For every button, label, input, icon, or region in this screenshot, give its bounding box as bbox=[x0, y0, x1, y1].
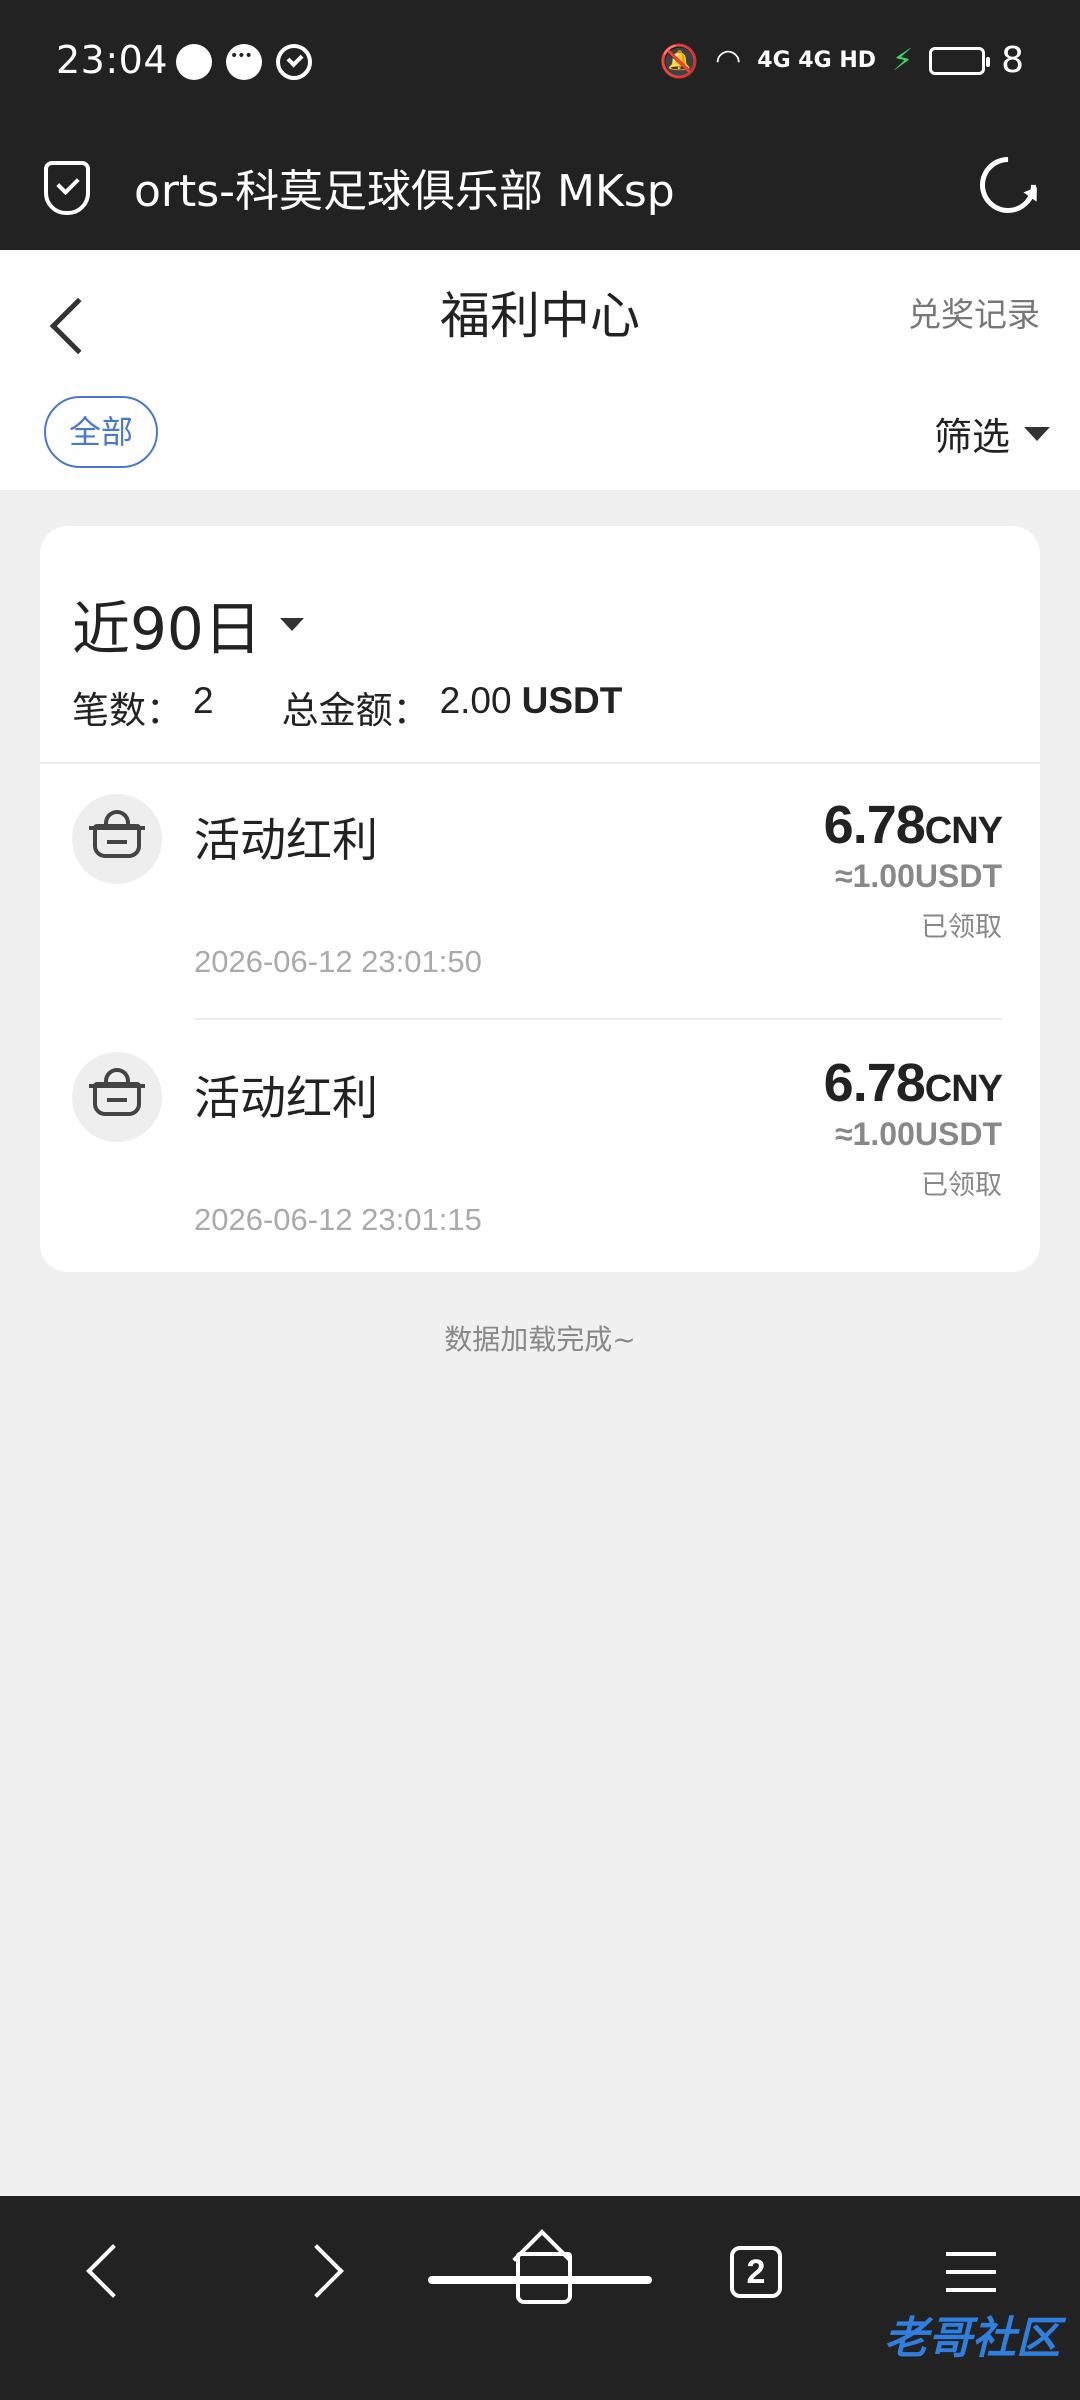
chat-bubble-icon bbox=[176, 44, 212, 80]
total-label: 总金额： bbox=[281, 689, 430, 732]
period-selector[interactable]: 近90日 bbox=[72, 582, 304, 666]
count-label: 笔数： bbox=[72, 689, 183, 732]
battery-icon bbox=[929, 46, 991, 75]
divider bbox=[194, 1018, 1002, 1020]
count-value: 2 bbox=[193, 680, 214, 721]
status-time: 23:04 bbox=[56, 38, 169, 82]
caret-down-icon bbox=[279, 617, 304, 631]
load-complete-text: 数据加载完成~ bbox=[444, 1323, 636, 1356]
record-title: 活动红利 bbox=[194, 1071, 378, 1125]
charging-icon: ⚡ bbox=[892, 43, 914, 78]
caret-down-icon bbox=[1024, 426, 1050, 441]
tabs-count-button[interactable]: 2 bbox=[730, 2246, 782, 2298]
record-approx: ≈1.00USDT bbox=[835, 858, 1002, 894]
record-approx: ≈1.00USDT bbox=[835, 1116, 1002, 1152]
record-amount: 6.78CNY bbox=[823, 1053, 1003, 1113]
nav-back-icon[interactable] bbox=[68, 2232, 148, 2312]
record-amount-block: 6.78CNY ≈1.00USDT 已领取 bbox=[823, 794, 1003, 944]
mute-icon: 🔕 bbox=[659, 41, 700, 80]
browser-bottom-nav: 2 bbox=[0, 2196, 1080, 2400]
filter-dropdown[interactable]: 筛选 bbox=[934, 406, 1050, 461]
network-indicator: 4G 4G HD bbox=[757, 48, 877, 73]
notification-icons bbox=[176, 44, 312, 80]
records-card: 近90日 笔数： 2 总金额： 2.00 USDT 活动红利 6.78CNY ≈… bbox=[40, 526, 1040, 1272]
record-time: 2026-06-12 23:01:15 bbox=[194, 1202, 482, 1237]
record-title: 活动红利 bbox=[194, 813, 378, 867]
filter-label: 筛选 bbox=[933, 415, 1010, 459]
period-label: 近90日 bbox=[72, 595, 262, 663]
system-status: 🔕 ◠ 4G 4G HD ⚡ 8 bbox=[659, 40, 1024, 81]
gift-icon bbox=[72, 1052, 162, 1142]
page-header: 福利中心 兑奖记录 全部 筛选 bbox=[0, 250, 1080, 490]
battery-level: 8 bbox=[1001, 40, 1024, 81]
check-circle-icon bbox=[276, 44, 312, 80]
home-icon[interactable] bbox=[500, 2232, 580, 2312]
browser-address-bar: orts-科莫足球俱乐部 MKsp bbox=[0, 125, 1080, 250]
record-status: 已领取 bbox=[921, 912, 1002, 943]
home-indicator[interactable] bbox=[428, 2276, 652, 2284]
record-time: 2026-06-12 23:01:50 bbox=[194, 944, 482, 979]
redeem-history-link[interactable]: 兑奖记录 bbox=[908, 288, 1040, 336]
menu-icon[interactable] bbox=[932, 2232, 1012, 2312]
reload-icon[interactable] bbox=[968, 145, 1048, 225]
record-amount-block: 6.78CNY ≈1.00USDT 已领取 bbox=[823, 1052, 1003, 1202]
message-icon bbox=[226, 44, 262, 80]
nav-forward-icon[interactable] bbox=[284, 2232, 364, 2312]
status-bar: 23:04 🔕 ◠ 4G 4G HD ⚡ 8 bbox=[0, 0, 1080, 125]
summary-line: 笔数： 2 总金额： 2.00 USDT bbox=[72, 680, 622, 734]
url-text[interactable]: orts-科莫足球俱乐部 MKsp bbox=[134, 155, 675, 219]
record-status: 已领取 bbox=[921, 1170, 1002, 1201]
list-item[interactable]: 活动红利 6.78CNY ≈1.00USDT 已领取 2026-06-12 23… bbox=[40, 1022, 1040, 1278]
record-amount: 6.78CNY bbox=[823, 795, 1003, 855]
watermark-logo: 老哥社区 bbox=[884, 2313, 1060, 2364]
total-value: 2.00 bbox=[439, 680, 512, 721]
list-item[interactable]: 活动红利 6.78CNY ≈1.00USDT 已领取 2026-06-12 23… bbox=[40, 764, 1040, 1020]
filter-tab-all[interactable]: 全部 bbox=[44, 396, 158, 468]
gift-icon bbox=[72, 794, 162, 884]
wifi-icon: ◠ bbox=[715, 43, 742, 78]
shield-check-icon[interactable] bbox=[44, 161, 90, 215]
total-unit: USDT bbox=[521, 680, 623, 721]
